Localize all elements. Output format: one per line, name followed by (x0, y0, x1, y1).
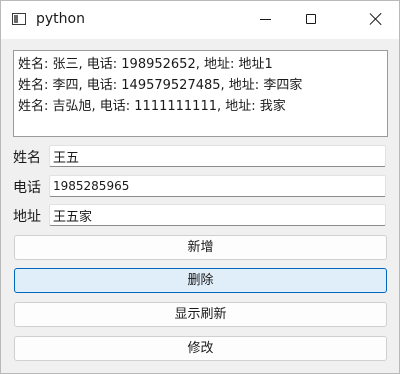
list-item[interactable]: 姓名: 张三, 电话: 198952652, 地址: 地址1 (18, 54, 383, 75)
address-row: 地址 (13, 203, 388, 227)
phone-input[interactable] (49, 175, 386, 197)
refresh-button[interactable]: 显示刷新 (14, 302, 387, 327)
edit-button[interactable]: 修改 (14, 336, 387, 361)
contacts-list[interactable]: 姓名: 张三, 电话: 198952652, 地址: 地址1 姓名: 李四, 电… (13, 50, 388, 137)
app-window: python 姓名: 张三, 电话: 198952652, 地址: 地址1 姓名… (0, 0, 400, 374)
minimize-icon (260, 19, 271, 20)
minimize-button[interactable] (242, 1, 288, 39)
title-bar[interactable]: python (1, 1, 399, 39)
list-item[interactable]: 姓名: 吉弘旭, 电话: 1111111111, 地址: 我家 (18, 96, 383, 117)
maximize-icon (306, 14, 316, 24)
name-input[interactable] (49, 145, 386, 167)
close-icon (369, 12, 383, 26)
address-input[interactable] (49, 204, 386, 226)
add-button[interactable]: 新增 (14, 235, 387, 260)
close-button[interactable] (353, 1, 399, 39)
name-label: 姓名 (13, 150, 41, 166)
window-title: python (36, 11, 85, 27)
phone-label: 电话 (13, 180, 41, 196)
delete-button[interactable]: 删除 (14, 268, 387, 293)
maximize-button[interactable] (288, 1, 334, 39)
name-row: 姓名 (13, 144, 388, 168)
list-item[interactable]: 姓名: 李四, 电话: 149579527485, 地址: 李四家 (18, 75, 383, 96)
phone-row: 电话 (13, 174, 388, 198)
address-label: 地址 (13, 209, 41, 225)
window-icon (12, 13, 26, 25)
